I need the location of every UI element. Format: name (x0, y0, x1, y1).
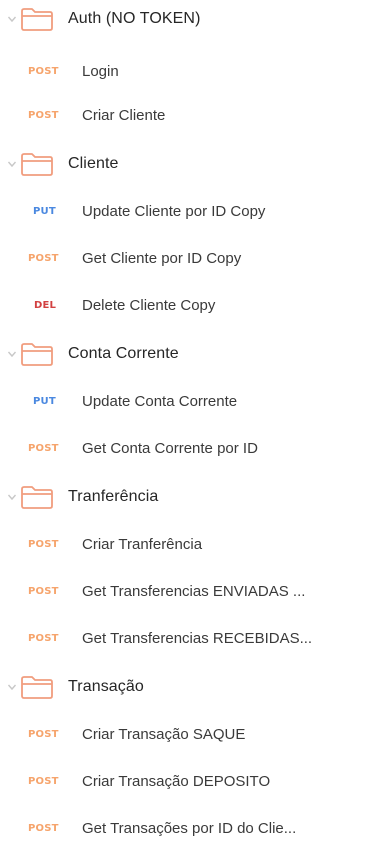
request-label: Criar Tranferência (82, 536, 203, 553)
method-badge: POST (28, 110, 59, 121)
request-item[interactable]: POST Get Transferencias RECEBIDAS... (0, 624, 376, 654)
method-badge: POST (28, 776, 59, 787)
chevron-down-icon[interactable] (7, 492, 17, 502)
folder-transacao[interactable]: Transação (0, 672, 376, 702)
folder-auth[interactable]: Auth (NO TOKEN) (0, 4, 376, 34)
method-badge: POST (28, 729, 59, 740)
request-item[interactable]: PUT Update Cliente por ID Copy (0, 197, 376, 227)
method-badge: POST (28, 633, 59, 644)
folder-icon (21, 343, 53, 366)
folder-label: Tranferência (68, 488, 159, 505)
folder-conta-corrente[interactable]: Conta Corrente (0, 339, 376, 369)
folder-tranferencia[interactable]: Tranferência (0, 482, 376, 512)
collection-tree: Auth (NO TOKEN) POST Login POST Criar Cl… (0, 0, 376, 847)
method-badge: PUT (33, 396, 56, 407)
request-item[interactable]: POST Criar Tranferência (0, 530, 376, 560)
method-badge: POST (28, 443, 59, 454)
folder-icon (21, 486, 53, 509)
request-item[interactable]: POST Get Transações por ID do Clie... (0, 814, 376, 844)
request-label: Login (82, 63, 119, 80)
request-item[interactable]: POST Get Cliente por ID Copy (0, 244, 376, 274)
request-item[interactable]: POST Criar Transação SAQUE (0, 720, 376, 750)
request-label: Get Cliente por ID Copy (82, 250, 242, 267)
folder-label: Transação (68, 678, 144, 695)
request-label: Update Conta Corrente (82, 393, 238, 410)
chevron-down-icon[interactable] (7, 349, 17, 359)
request-label: Delete Cliente Copy (82, 297, 216, 314)
request-item[interactable]: POST Login (0, 57, 376, 87)
chevron-down-icon[interactable] (7, 14, 17, 24)
request-item[interactable]: POST Get Transferencias ENVIADAS ... (0, 577, 376, 607)
request-label: Criar Transação SAQUE (82, 726, 246, 743)
request-label: Get Transferencias RECEBIDAS... (82, 630, 313, 647)
method-badge: DEL (34, 300, 57, 311)
chevron-down-icon[interactable] (7, 159, 17, 169)
folder-icon (21, 676, 53, 699)
request-item[interactable]: POST Criar Cliente (0, 101, 376, 131)
folder-label: Cliente (68, 155, 119, 172)
request-item[interactable]: POST Criar Transação DEPOSITO (0, 767, 376, 797)
request-label: Update Cliente por ID Copy (82, 203, 266, 220)
method-badge: POST (28, 66, 59, 77)
request-label: Get Conta Corrente por ID (82, 440, 258, 457)
chevron-down-icon[interactable] (7, 682, 17, 692)
folder-icon (21, 8, 53, 31)
request-label: Criar Transação DEPOSITO (82, 773, 271, 790)
request-item[interactable]: PUT Update Conta Corrente (0, 387, 376, 417)
method-badge: POST (28, 539, 59, 550)
folder-label: Auth (NO TOKEN) (68, 10, 201, 27)
method-badge: PUT (33, 206, 56, 217)
folder-label: Conta Corrente (68, 345, 179, 362)
request-item[interactable]: POST Get Conta Corrente por ID (0, 434, 376, 464)
request-item[interactable]: DEL Delete Cliente Copy (0, 291, 376, 321)
method-badge: POST (28, 823, 59, 834)
request-label: Get Transações por ID do Clie... (82, 820, 297, 837)
method-badge: POST (28, 253, 59, 264)
method-badge: POST (28, 586, 59, 597)
request-label: Criar Cliente (82, 107, 166, 124)
request-label: Get Transferencias ENVIADAS ... (82, 583, 306, 600)
folder-icon (21, 153, 53, 176)
folder-cliente[interactable]: Cliente (0, 149, 376, 179)
